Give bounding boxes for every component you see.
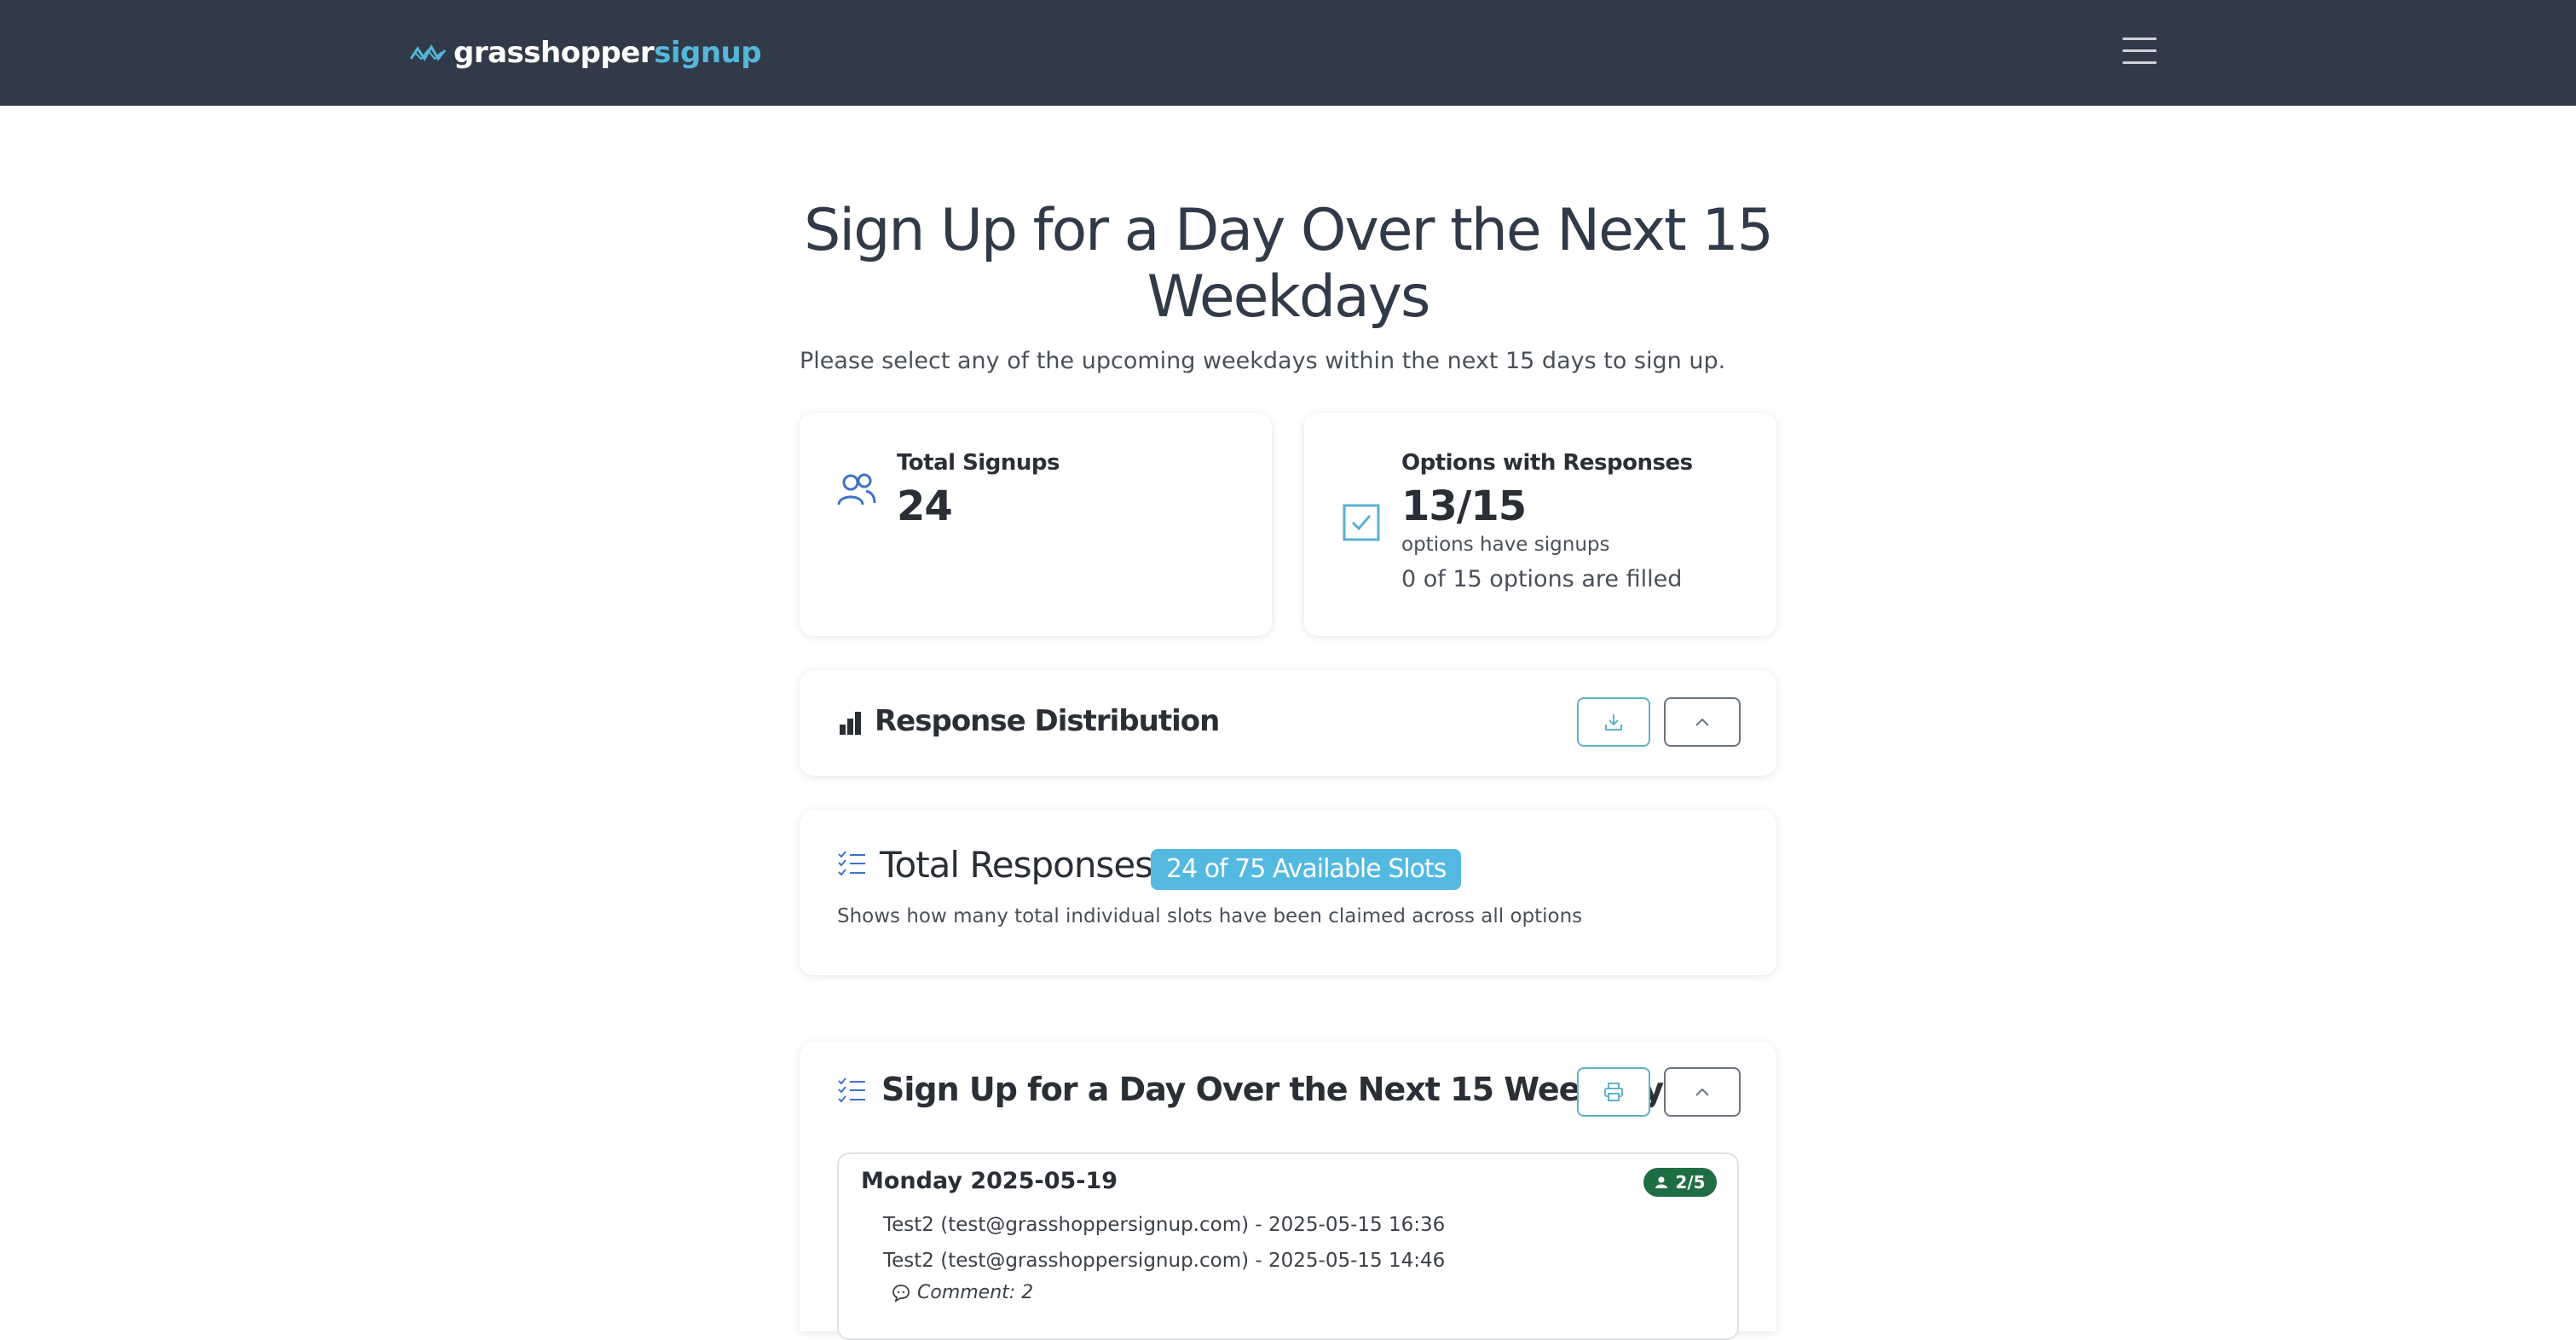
printer-icon <box>1604 1083 1623 1101</box>
response-distribution-title: Response Distribution <box>875 704 1220 738</box>
total-responses-card: Total Responses: 24 of 75 Available Slot… <box>800 810 1776 975</box>
person-icon <box>1655 1176 1668 1188</box>
day-option-label: Monday 2025-05-19 <box>861 1168 1118 1194</box>
total-signups-label: Total Signups <box>897 450 1060 476</box>
print-button[interactable] <box>1577 1067 1650 1117</box>
available-slots-badge: 24 of 75 Available Slots <box>1151 849 1462 890</box>
download-icon <box>1605 714 1622 731</box>
total-signups-value: 24 <box>897 482 953 530</box>
options-filled-note: 0 of 15 options are filled <box>1401 566 1683 592</box>
signup-list-title: Sign Up for a Day Over the Next 15 Weekd… <box>881 1071 1683 1108</box>
grasshopper-logo-icon <box>409 43 447 61</box>
options-with-responses-label: Options with Responses <box>1401 450 1693 476</box>
slot-count-badge: 2/5 <box>1643 1168 1717 1197</box>
chevron-up-icon <box>1695 718 1709 726</box>
options-with-responses-card: Options with Responses 13/15 options hav… <box>1304 413 1776 636</box>
signup-comment: Comment: 2 <box>892 1282 1033 1303</box>
chat-bubble-icon <box>892 1284 910 1302</box>
hamburger-icon[interactable] <box>2123 38 2157 66</box>
page-title: Sign Up for a Day Over the Next 15 Weekd… <box>804 197 1774 331</box>
list-check-icon <box>838 851 865 876</box>
collapse-signup-list-button[interactable] <box>1664 1067 1741 1117</box>
options-note: options have signups <box>1401 534 1610 556</box>
page-subtitle: Please select any of the upcoming weekda… <box>800 348 1726 374</box>
list-check-icon <box>838 1077 865 1103</box>
bar-chart-icon <box>840 712 861 735</box>
collapse-distribution-button[interactable] <box>1664 697 1741 747</box>
total-responses-description: Shows how many total individual slots ha… <box>837 905 1583 927</box>
response-distribution-card: Response Distribution <box>800 670 1776 776</box>
total-responses-title: Total Responses: <box>880 844 1164 886</box>
users-icon <box>837 473 876 505</box>
check-square-icon <box>1343 504 1380 541</box>
total-signups-card: Total Signups 24 <box>800 413 1272 636</box>
brand-name-secondary: signup <box>654 36 762 70</box>
download-button[interactable] <box>1577 697 1650 747</box>
slot-count-text: 2/5 <box>1675 1172 1706 1193</box>
comment-text: Comment: 2 <box>917 1282 1034 1303</box>
brand-logo[interactable]: grasshoppersignup <box>409 31 762 75</box>
signup-entry: Test2 (test@grasshoppersignup.com) - 202… <box>883 1214 1446 1236</box>
brand-name-primary: grasshopper <box>453 36 655 70</box>
signup-entry: Test2 (test@grasshoppersignup.com) - 202… <box>883 1250 1446 1272</box>
top-navbar: grasshoppersignup <box>0 0 2576 106</box>
chevron-up-icon <box>1695 1088 1709 1096</box>
day-option-monday[interactable]: Monday 2025-05-19 2/5 Test2 (test@grassh… <box>837 1152 1739 1340</box>
options-with-responses-value: 13/15 <box>1401 482 1527 530</box>
